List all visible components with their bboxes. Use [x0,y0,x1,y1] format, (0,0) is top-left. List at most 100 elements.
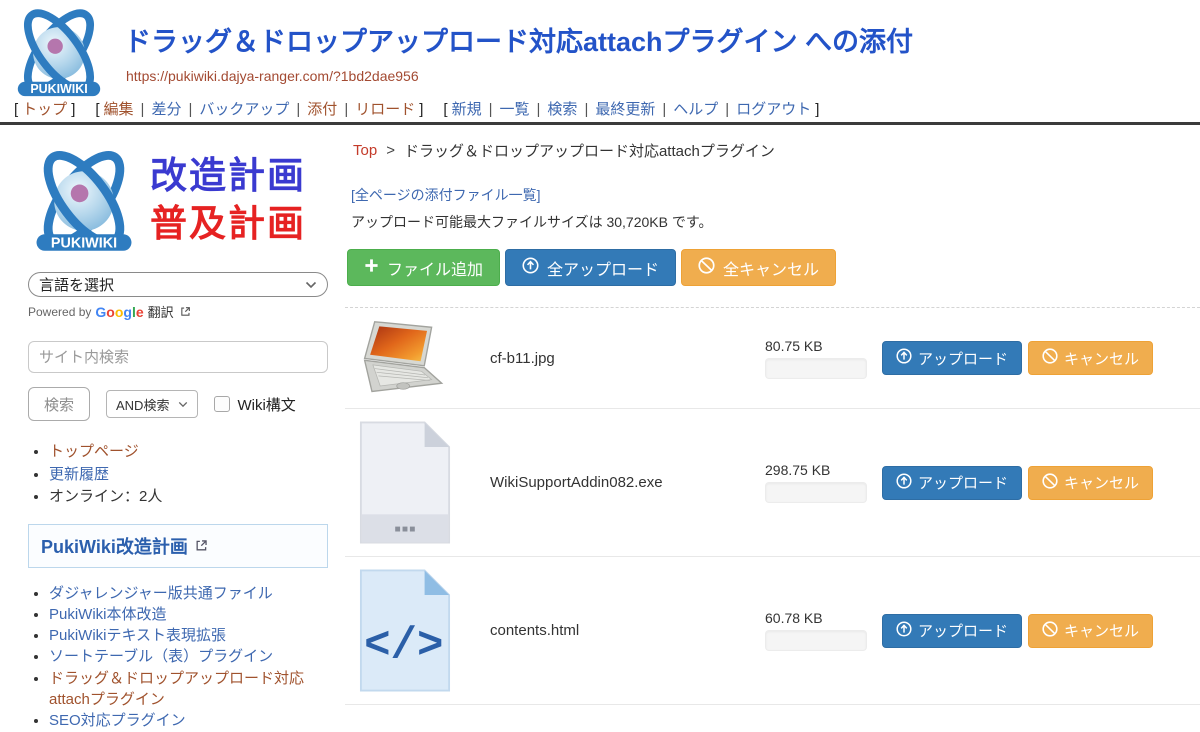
upload-button[interactable]: アップロード [882,466,1022,500]
sidebar-link-dnd-attach[interactable]: ドラッグ＆ドロップアップロード対応attachプラグイン [49,670,304,708]
wiki-syntax-label: Wiki構文 [237,394,295,415]
sidebar-link-core-mod[interactable]: PukiWiki本体改造 [49,606,167,623]
sidebar-link-update-history[interactable]: 更新履歴 [49,466,109,483]
nav-item-logout[interactable]: ログアウト [736,101,811,118]
upload-circle-icon [896,473,912,493]
nav-item-recent[interactable]: 最終更新 [595,101,655,118]
pukiwiki-logo[interactable]: PUKIWIKI [10,6,108,98]
chevron-down-icon [305,281,317,289]
upload-button[interactable]: アップロード [882,341,1022,375]
slogan-line2: 普及計画 [150,200,306,248]
file-size: 60.78 KB [765,610,867,626]
site-search-input[interactable] [28,341,328,373]
file-size: 298.75 KB [765,462,867,478]
wiki-syntax-checkbox[interactable] [214,396,230,412]
list-item[interactable]: 更新履歴 [49,464,345,487]
pukiwiki-atom-icon: PUKIWIKI [28,147,140,253]
sidebar-link-seo-plugin[interactable]: SEO対応プラグイン [49,712,186,729]
nav-separator: | [725,101,729,118]
sidebar: PUKIWIKI 改造計画 普及計画 言語を選択 Powered by Goog… [0,126,345,732]
upload-all-button[interactable]: 全アップロード [505,249,676,286]
language-select-value: 言語を選択 [39,274,114,295]
list-item[interactable]: ドラッグ＆ドロップアップロード対応attachプラグイン [49,668,339,711]
cancel-all-button[interactable]: 全キャンセル [681,249,836,286]
file-row: cf-b11.jpg 80.75 KB アップロード [345,308,1200,409]
max-filesize-note: アップロード可能最大ファイルサイズは 30,720KB です。 [351,212,1200,232]
nav-separator: | [296,101,300,118]
external-link-icon [195,539,208,552]
sidebar-link-sort-table[interactable]: ソートテーブル（表）プラグイン [49,648,273,665]
file-row: WikiSupportAddin082.exe 298.75 KB アップロード [345,409,1200,557]
file-size: 80.75 KB [765,338,867,354]
nav-item-edit[interactable]: 編集 [104,101,134,118]
search-controls: 検索 AND検索 Wiki構文 [28,387,345,421]
quick-links-list: トップページ 更新履歴 オンライン：2人 [28,441,345,509]
all-attachments-link[interactable]: [全ページの添付ファイル一覧] [351,185,541,205]
breadcrumb-current-page: ドラッグ＆ドロップアップロード対応attachプラグイン [404,140,775,161]
nav-item-search[interactable]: 検索 [547,101,577,118]
upload-progress-bar [765,630,867,651]
nav-item-list[interactable]: 一覧 [500,101,530,118]
breadcrumb-top-link[interactable]: Top [353,142,377,159]
google-translate-attribution: Powered by Google 翻訳 [28,302,345,321]
cancel-button[interactable]: キャンセル [1028,614,1153,648]
bracket: ] [419,101,423,118]
sidebar-link-common-files[interactable]: ダジャレンジャー版共通ファイル [49,585,273,602]
ban-icon [1042,473,1058,493]
page-header: PUKIWIKI ドラッグ＆ドロップアップロード対応attachプラグイン への… [0,0,1200,126]
nav-item-reload[interactable]: リロード [355,101,415,118]
section-title: PukiWiki改造計画 [41,533,188,559]
upload-progress-bar [765,358,867,379]
translate-label[interactable]: 翻訳 [148,302,174,321]
list-item: オンライン：2人 [49,486,345,509]
breadcrumb-separator: > [386,142,395,159]
sidebar-link-top-page[interactable]: トップページ [49,443,139,460]
breadcrumb: Top > ドラッグ＆ドロップアップロード対応attachプラグイン [353,140,1200,161]
sidebar-logo[interactable]: PUKIWIKI 改造計画 普及計画 [28,138,345,262]
search-mode-select[interactable]: AND検索 [106,390,198,418]
list-item[interactable]: PukiWikiテキスト表現拡張 [49,625,339,646]
main-content: Top > ドラッグ＆ドロップアップロード対応attachプラグイン [全ページ… [345,126,1200,732]
nav-separator: | [141,101,145,118]
plus-icon [364,258,379,278]
list-item[interactable]: PukiWiki本体改造 [49,604,339,625]
nav-item-attach[interactable]: 添付 [307,101,337,118]
cancel-button[interactable]: キャンセル [1028,466,1153,500]
logo-wordmark: PUKIWIKI [51,235,117,251]
ban-icon [1042,621,1058,641]
nav-item-backup[interactable]: バックアップ [199,101,289,118]
list-item[interactable]: トップページ [49,441,345,464]
language-select[interactable]: 言語を選択 [28,272,328,297]
upload-button[interactable]: アップロード [882,614,1022,648]
page-url-link[interactable]: https://pukiwiki.dajya-ranger.com/?1bd2d… [126,68,419,84]
file-name: cf-b11.jpg [490,350,765,367]
add-file-button[interactable]: ファイル追加 [347,249,500,286]
logo-wordmark: PUKIWIKI [30,82,87,96]
list-item[interactable]: ソートテーブル（表）プラグイン [49,646,339,667]
chevron-down-icon [178,401,188,408]
page-title: ドラッグ＆ドロップアップロード対応attachプラグイン への添付 [124,20,913,59]
search-button[interactable]: 検索 [28,387,90,421]
nav-item-help[interactable]: ヘルプ [673,101,718,118]
nav-item-new[interactable]: 新規 [452,101,482,118]
cancel-button[interactable]: キャンセル [1028,341,1153,375]
google-logo: Google [95,304,143,320]
sidebar-section-pukiwiki-kaizou[interactable]: PukiWiki改造計画 [28,524,328,568]
upload-circle-icon [896,348,912,368]
nav-item-top[interactable]: トップ [22,101,67,118]
list-item[interactable]: SEO対応プラグイン [49,710,339,731]
upload-toolbar: ファイル追加 全アップロード 全キャンセル [347,249,1200,286]
external-link-icon [180,306,191,317]
generic-file-icon [356,420,454,545]
nav-separator: | [537,101,541,118]
upload-progress-bar [765,482,867,503]
nav-item-diff[interactable]: 差分 [151,101,181,118]
file-thumbnail [355,319,455,397]
bracket: [ [443,101,447,118]
plugin-links-list: ダジャレンジャー版共通ファイル PukiWiki本体改造 PukiWikiテキス… [28,583,345,732]
slogan-line1: 改造計画 [150,152,306,200]
file-thumbnail: </> [355,568,455,693]
bracket: [ [14,101,18,118]
list-item[interactable]: ダジャレンジャー版共通ファイル [49,583,339,604]
laptop-thumbnail [359,319,451,397]
